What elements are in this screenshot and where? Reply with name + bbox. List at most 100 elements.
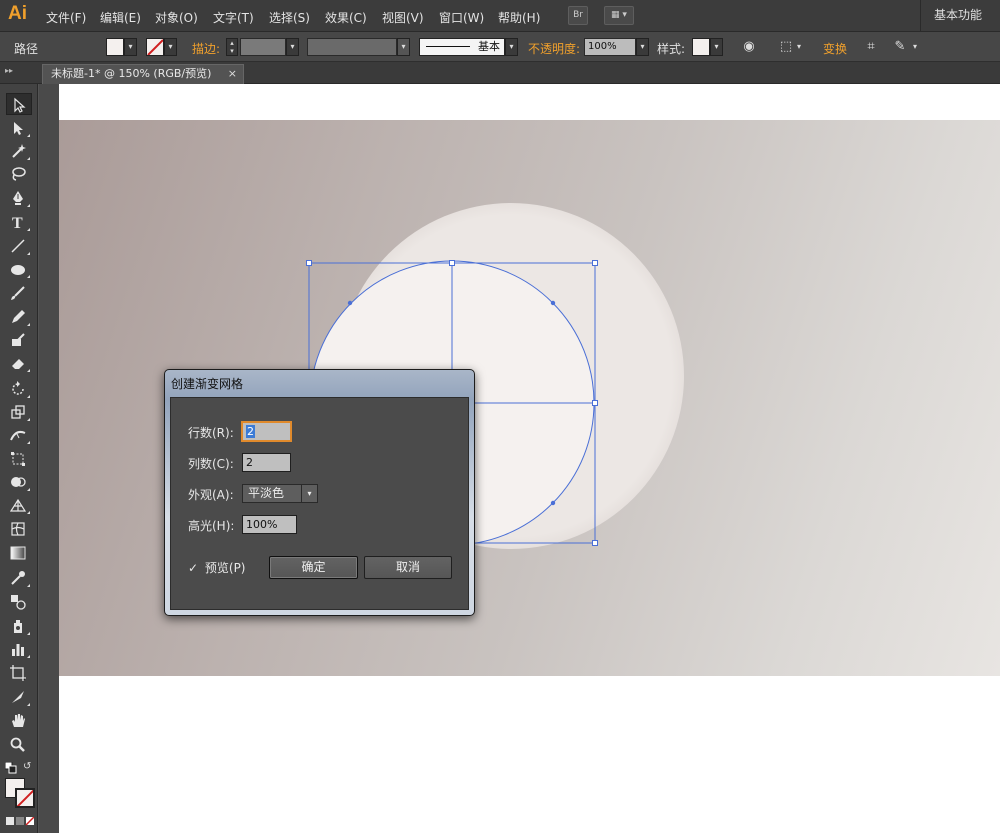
pencil-tool[interactable] <box>6 306 32 328</box>
hand-tool[interactable] <box>6 710 32 732</box>
preview-checkbox[interactable]: ✓ 预览(P) <box>188 559 246 576</box>
transform-label[interactable]: 变换 <box>823 40 847 57</box>
direct-selection-tool[interactable] <box>6 117 32 139</box>
menu-edit[interactable]: 编辑(E) <box>100 9 141 26</box>
opacity-label[interactable]: 不透明度: <box>528 40 580 57</box>
line-segment-tool[interactable] <box>6 235 32 257</box>
mesh-tool[interactable] <box>6 518 32 540</box>
column-graph-tool[interactable] <box>6 638 32 660</box>
bridge-button[interactable]: Br <box>568 6 588 25</box>
free-transform-tool[interactable] <box>6 448 32 470</box>
stroke-line-icon <box>426 46 470 47</box>
columns-label: 列数(C): <box>188 457 234 471</box>
line-segment-icon <box>11 239 25 253</box>
highlight-input[interactable]: 100% <box>242 515 297 534</box>
document-tab-bar: ▸▸ 未标题-1* @ 150% (RGB/预览) × <box>0 62 1000 84</box>
blob-brush-icon <box>12 333 25 346</box>
brush-profile-label: 基本 <box>478 40 500 53</box>
align-icon[interactable]: ⬚ <box>778 39 794 55</box>
opacity-field[interactable]: 100% <box>584 38 636 56</box>
variable-width-dropdown[interactable]: ▾ <box>397 38 410 56</box>
document-tab-title: 未标题-1* @ 150% (RGB/预览) <box>51 67 212 80</box>
appearance-select[interactable]: 平淡色 ▾ <box>242 484 318 503</box>
stroke-label[interactable]: 描边: <box>192 40 220 57</box>
blend-tool[interactable] <box>6 591 32 613</box>
rows-input[interactable]: 2 <box>242 422 291 441</box>
appearance-label: 外观(A): <box>188 488 234 502</box>
arrange-documents-button[interactable]: ▦ ▾ <box>604 6 634 25</box>
menu-window[interactable]: 窗口(W) <box>439 9 484 26</box>
stroke-color-swatch[interactable] <box>15 788 35 808</box>
fill-dropdown[interactable]: ▾ <box>124 38 137 56</box>
perspective-grid-tool[interactable] <box>6 494 32 516</box>
menu-type[interactable]: 文字(T) <box>213 9 254 26</box>
panel-options-icon[interactable]: ✎ <box>892 39 908 55</box>
paintbrush-tool[interactable] <box>6 282 32 304</box>
mesh-icon <box>11 522 25 536</box>
symbol-sprayer-icon <box>14 620 22 633</box>
object-type-label: 路径 <box>14 42 39 56</box>
menu-help[interactable]: 帮助(H) <box>498 9 540 26</box>
type-tool[interactable]: T <box>6 211 32 233</box>
ok-button[interactable]: 确定 <box>269 556 358 579</box>
slice-tool[interactable] <box>6 686 32 708</box>
pen-icon <box>13 191 23 205</box>
eyedropper-tool[interactable] <box>6 567 32 589</box>
shape-builder-tool[interactable] <box>6 471 32 493</box>
panel-options-dropdown-icon[interactable]: ▾ <box>910 39 920 55</box>
workspace-switcher[interactable]: 基本功能 <box>920 0 1000 32</box>
graphic-style-swatch[interactable] <box>692 38 710 56</box>
width-icon <box>10 430 26 441</box>
swap-colors-icon[interactable]: ↺ <box>23 761 31 772</box>
default-colors-icon[interactable] <box>4 761 17 774</box>
stroke-weight-dropdown[interactable]: ▾ <box>286 38 299 56</box>
isolate-icon[interactable]: ⌗ <box>863 39 879 55</box>
column-graph-icon <box>12 644 24 656</box>
eraser-tool[interactable] <box>6 352 32 374</box>
stroke-weight-field[interactable] <box>240 38 286 56</box>
fill-swatch[interactable] <box>106 38 124 56</box>
pen-tool[interactable] <box>6 187 32 209</box>
rotate-tool[interactable] <box>6 378 32 400</box>
selection-tool[interactable] <box>6 93 32 115</box>
menu-select[interactable]: 选择(S) <box>269 9 310 26</box>
perspective-grid-icon <box>10 498 26 512</box>
magic-wand-tool[interactable] <box>6 140 32 162</box>
ellipse-icon <box>11 265 25 275</box>
gradient-tool[interactable] <box>6 542 32 564</box>
menu-object[interactable]: 对象(O) <box>155 9 198 26</box>
brush-profile-field[interactable]: 基本 <box>419 38 505 56</box>
stroke-dropdown[interactable]: ▾ <box>164 38 177 56</box>
paintbrush-icon <box>11 286 25 300</box>
menu-file[interactable]: 文件(F) <box>46 9 86 26</box>
app-logo: Ai <box>8 3 27 24</box>
lasso-tool[interactable] <box>6 163 32 185</box>
brush-profile-dropdown[interactable]: ▾ <box>505 38 518 56</box>
stroke-weight-stepper[interactable]: ▴ ▾ <box>226 38 238 56</box>
ellipse-tool[interactable] <box>6 258 32 280</box>
collapse-icon[interactable]: ▸▸ <box>5 66 13 75</box>
recolor-artwork-icon[interactable]: ◉ <box>741 39 757 55</box>
rows-label: 行数(R): <box>188 426 234 440</box>
blob-brush-tool[interactable] <box>6 329 32 351</box>
scale-tool[interactable] <box>6 401 32 423</box>
align-dropdown-icon[interactable]: ▾ <box>794 39 804 55</box>
color-mode-icons[interactable] <box>6 815 35 826</box>
artboard-tool[interactable] <box>6 662 32 684</box>
zoom-tool[interactable] <box>6 734 32 756</box>
preview-label: 预览(P) <box>204 561 246 575</box>
stroke-none-swatch[interactable] <box>146 38 164 56</box>
tools-panel: T ↺ <box>0 84 38 833</box>
graphic-style-dropdown[interactable]: ▾ <box>710 38 723 56</box>
free-transform-icon <box>11 452 25 466</box>
variable-width-field[interactable] <box>307 38 397 56</box>
columns-input[interactable]: 2 <box>242 453 291 472</box>
menu-view[interactable]: 视图(V) <box>382 9 424 26</box>
cancel-button[interactable]: 取消 <box>364 556 452 579</box>
width-tool[interactable] <box>6 424 32 446</box>
document-tab[interactable]: 未标题-1* @ 150% (RGB/预览) × <box>42 64 244 84</box>
opacity-dropdown[interactable]: ▾ <box>636 38 649 56</box>
menu-effect[interactable]: 效果(C) <box>325 9 367 26</box>
close-icon[interactable]: × <box>228 65 237 83</box>
symbol-sprayer-tool[interactable] <box>6 615 32 637</box>
